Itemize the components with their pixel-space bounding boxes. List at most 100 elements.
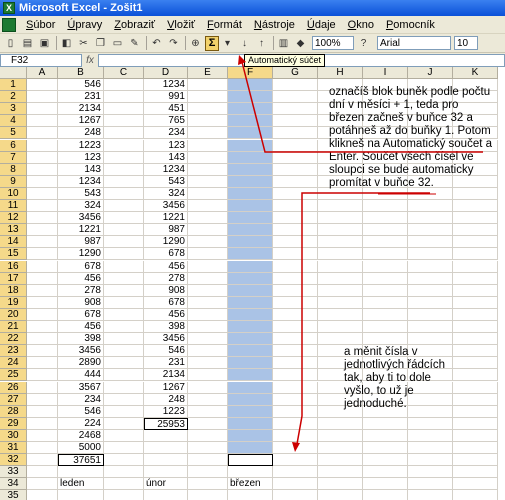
cell-f21[interactable] [228, 321, 273, 334]
cell-c27[interactable] [104, 393, 144, 406]
cell-f11[interactable] [228, 200, 273, 213]
cell-d19[interactable]: 678 [144, 296, 188, 309]
cell-d10[interactable]: 324 [144, 187, 188, 200]
cell-f33[interactable] [228, 466, 273, 479]
cell-f32[interactable] [228, 454, 273, 467]
cell-a19[interactable] [27, 296, 58, 309]
cell-k23[interactable] [453, 345, 498, 358]
row-header[interactable]: 22 [0, 333, 27, 346]
menu-item[interactable]: Pomocník [380, 19, 441, 31]
cell-i16[interactable] [363, 260, 408, 273]
cell-k31[interactable] [453, 442, 498, 455]
row-header[interactable]: 24 [0, 357, 27, 370]
row-header[interactable]: 20 [0, 308, 27, 321]
row-header[interactable]: 21 [0, 321, 27, 334]
cell-k32[interactable] [453, 454, 498, 467]
cell-b4[interactable]: 1267 [58, 115, 104, 128]
row-header[interactable]: 19 [0, 296, 27, 309]
menu-item[interactable]: Úpravy [61, 19, 108, 31]
cell-c35[interactable] [104, 490, 144, 500]
row-header[interactable]: 5 [0, 127, 27, 140]
cell-k25[interactable] [453, 369, 498, 382]
row-header[interactable]: 7 [0, 151, 27, 164]
cell-k21[interactable] [453, 321, 498, 334]
cell-k18[interactable] [453, 284, 498, 297]
column-header[interactable]: D [144, 67, 188, 79]
cell-f34[interactable]: březen [228, 478, 273, 491]
column-header[interactable]: J [408, 67, 453, 79]
cell-b6[interactable]: 1223 [58, 139, 104, 152]
row-header[interactable]: 6 [0, 139, 27, 152]
column-header[interactable]: C [104, 67, 144, 79]
cell-e32[interactable] [188, 454, 228, 467]
column-header[interactable]: K [453, 67, 498, 79]
cell-i34[interactable] [363, 478, 408, 491]
cell-i32[interactable] [363, 454, 408, 467]
cell-f35[interactable] [228, 490, 273, 500]
cell-g14[interactable] [273, 236, 318, 249]
cell-e23[interactable] [188, 345, 228, 358]
cell-a5[interactable] [27, 127, 58, 140]
cell-k34[interactable] [453, 478, 498, 491]
cell-a1[interactable] [27, 79, 58, 92]
cell-h33[interactable] [318, 466, 363, 479]
cell-f19[interactable] [228, 296, 273, 309]
cell-b10[interactable]: 543 [58, 187, 104, 200]
cell-a26[interactable] [27, 381, 58, 394]
cell-h16[interactable] [318, 260, 363, 273]
cell-a28[interactable] [27, 405, 58, 418]
zoom-select[interactable]: 100% [312, 36, 354, 50]
row-header[interactable]: 31 [0, 442, 27, 455]
cell-h34[interactable] [318, 478, 363, 491]
cell-j18[interactable] [408, 284, 453, 297]
cell-a6[interactable] [27, 139, 58, 152]
row-header[interactable]: 3 [0, 103, 27, 116]
cell-j35[interactable] [408, 490, 453, 500]
cell-h21[interactable] [318, 321, 363, 334]
autosum-button[interactable]: Σ [205, 35, 219, 51]
cell-e4[interactable] [188, 115, 228, 128]
cell-g20[interactable] [273, 308, 318, 321]
cell-c5[interactable] [104, 127, 144, 140]
row-header[interactable]: 34 [0, 478, 27, 491]
drawing-icon[interactable]: ◆ [293, 36, 308, 51]
name-box[interactable]: F32 [0, 53, 82, 67]
cell-c18[interactable] [104, 284, 144, 297]
redo-icon[interactable]: ↷ [166, 36, 181, 51]
format-painter-icon[interactable]: ✎ [127, 36, 142, 51]
cell-h30[interactable] [318, 429, 363, 442]
cell-b29[interactable]: 224 [58, 417, 104, 430]
cell-i29[interactable] [363, 417, 408, 430]
cell-g26[interactable] [273, 381, 318, 394]
cell-a4[interactable] [27, 115, 58, 128]
cell-d14[interactable]: 1290 [144, 236, 188, 249]
cell-a32[interactable] [27, 454, 58, 467]
cell-j20[interactable] [408, 308, 453, 321]
open-icon[interactable]: ▤ [20, 36, 35, 51]
cell-e8[interactable] [188, 163, 228, 176]
cell-a34[interactable] [27, 478, 58, 491]
cell-e25[interactable] [188, 369, 228, 382]
cell-c15[interactable] [104, 248, 144, 261]
cell-f6[interactable] [228, 139, 273, 152]
cell-d31[interactable] [144, 442, 188, 455]
workbook-icon[interactable] [2, 17, 16, 32]
cell-h14[interactable] [318, 236, 363, 249]
cell-f9[interactable] [228, 175, 273, 188]
cell-h11[interactable] [318, 200, 363, 213]
cell-c3[interactable] [104, 103, 144, 116]
cell-e9[interactable] [188, 175, 228, 188]
cell-d16[interactable]: 456 [144, 260, 188, 273]
cell-b27[interactable]: 234 [58, 393, 104, 406]
row-header[interactable]: 1 [0, 79, 27, 92]
cell-d6[interactable]: 123 [144, 139, 188, 152]
sort-ascending-icon[interactable]: ↓ [237, 36, 252, 51]
cell-k13[interactable] [453, 224, 498, 237]
cell-c21[interactable] [104, 321, 144, 334]
column-header[interactable]: I [363, 67, 408, 79]
cell-a22[interactable] [27, 333, 58, 346]
cell-a25[interactable] [27, 369, 58, 382]
cell-k16[interactable] [453, 260, 498, 273]
cell-h18[interactable] [318, 284, 363, 297]
cell-b5[interactable]: 248 [58, 127, 104, 140]
